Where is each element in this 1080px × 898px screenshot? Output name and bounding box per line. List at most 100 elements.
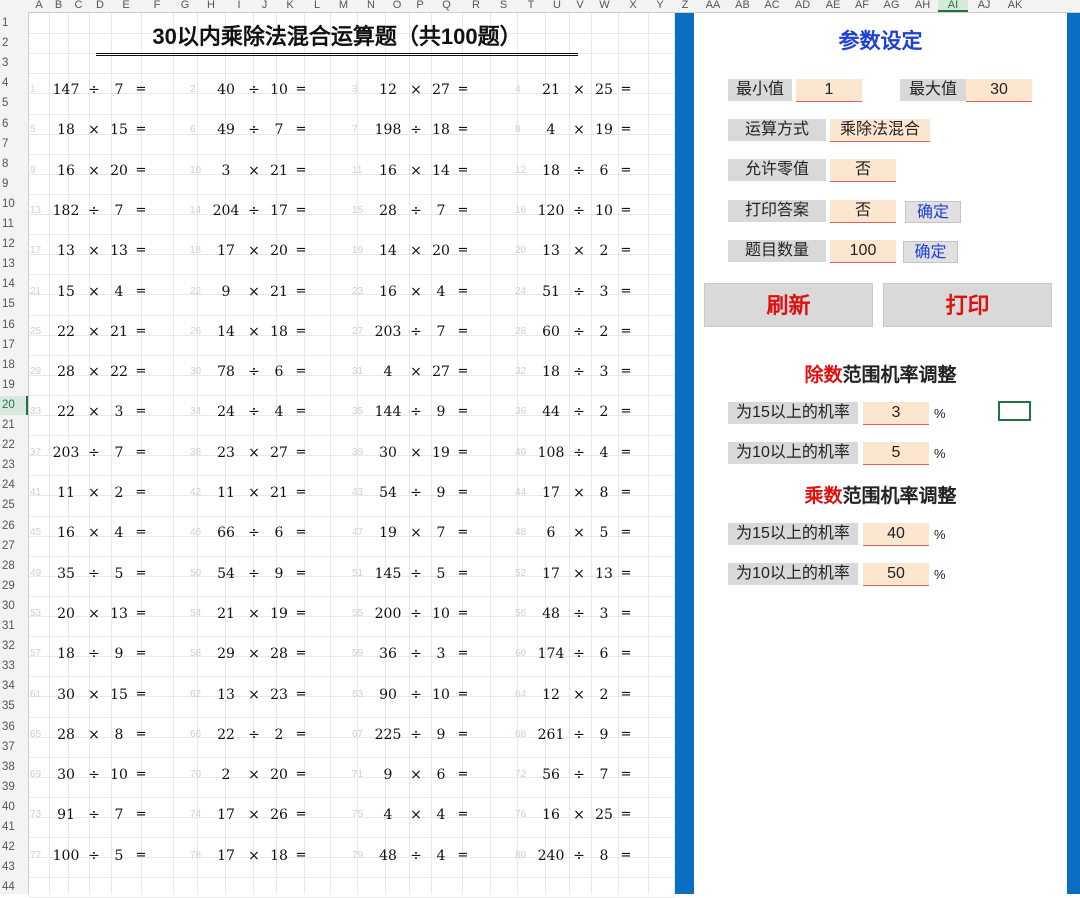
row-header-43[interactable]: 43 [0, 858, 28, 877]
question-cell[interactable]: 11 16 × 14 = [352, 161, 474, 181]
question-cell[interactable]: 33 22 × 3 = [30, 402, 152, 422]
column-header-ag[interactable]: AG [876, 0, 907, 12]
row-header-11[interactable]: 11 [0, 215, 28, 234]
question-cell[interactable]: 15 28 ÷ 7 = [352, 201, 474, 221]
column-header-ae[interactable]: AE [818, 0, 848, 12]
question-cell[interactable]: 29 28 × 22 = [30, 362, 152, 382]
column-header-ai[interactable]: AI [938, 0, 968, 12]
row-header-42[interactable]: 42 [0, 838, 28, 857]
row-header-26[interactable]: 26 [0, 517, 28, 536]
column-header-b[interactable]: B [49, 0, 68, 12]
row-header-40[interactable]: 40 [0, 798, 28, 817]
question-cell[interactable]: 22 9 × 21 = [190, 282, 312, 302]
question-cell[interactable]: 17 13 × 13 = [30, 241, 152, 261]
column-header-o[interactable]: O [385, 0, 409, 12]
column-header-n[interactable]: N [357, 0, 385, 12]
question-cell[interactable]: 44 17 × 8 = [515, 483, 637, 503]
row-header-20[interactable]: 20 [0, 395, 28, 415]
question-cell[interactable]: 75 4 × 4 = [352, 805, 474, 825]
question-cell[interactable]: 7 198 ÷ 18 = [352, 120, 474, 140]
question-cell[interactable]: 13 182 ÷ 7 = [30, 201, 152, 221]
column-header-m[interactable]: M [330, 0, 357, 12]
column-header-ak[interactable]: AK [1000, 0, 1030, 12]
question-cell[interactable]: 79 48 ÷ 4 = [352, 846, 474, 866]
question-cell[interactable]: 41 11 × 2 = [30, 483, 152, 503]
column-header-a[interactable]: A [29, 0, 49, 12]
row-header-16[interactable]: 16 [0, 316, 28, 335]
question-cell[interactable]: 31 4 × 27 = [352, 362, 474, 382]
column-header-p[interactable]: P [409, 0, 431, 12]
row-header-35[interactable]: 35 [0, 697, 28, 716]
column-header-v[interactable]: V [569, 0, 591, 12]
question-cell[interactable]: 25 22 × 21 = [30, 322, 152, 342]
column-header-j[interactable]: J [253, 0, 276, 12]
row-header-13[interactable]: 13 [0, 255, 28, 274]
column-header-l[interactable]: L [304, 0, 330, 12]
question-cell[interactable]: 63 90 ÷ 10 = [352, 685, 474, 705]
zero-value-field[interactable]: 否 [830, 159, 896, 182]
question-cell[interactable]: 68 261 ÷ 9 = [515, 725, 637, 745]
row-header-22[interactable]: 22 [0, 436, 28, 455]
print-answer-ok-button[interactable]: 确定 [905, 201, 961, 223]
question-cell[interactable]: 78 17 × 18 = [190, 846, 312, 866]
row-header-23[interactable]: 23 [0, 456, 28, 475]
column-header-c[interactable]: C [68, 0, 89, 12]
question-cell[interactable]: 57 18 ÷ 9 = [30, 644, 152, 664]
question-cell[interactable]: 14 204 ÷ 17 = [190, 201, 312, 221]
question-cell[interactable]: 9 16 × 20 = [30, 161, 152, 181]
row-header-3[interactable]: 3 [0, 54, 28, 73]
question-cell[interactable]: 21 15 × 4 = [30, 282, 152, 302]
question-cell[interactable]: 43 54 ÷ 9 = [352, 483, 474, 503]
question-cell[interactable]: 53 20 × 13 = [30, 604, 152, 624]
row-header-17[interactable]: 17 [0, 336, 28, 355]
row-header-14[interactable]: 14 [0, 275, 28, 294]
row-header-41[interactable]: 41 [0, 818, 28, 837]
question-cell[interactable]: 16 120 ÷ 10 = [515, 201, 637, 221]
row-header-38[interactable]: 38 [0, 758, 28, 777]
column-header-f[interactable]: F [141, 0, 173, 12]
question-cell[interactable]: 62 13 × 23 = [190, 685, 312, 705]
row-header-27[interactable]: 27 [0, 537, 28, 556]
mul10-value-field[interactable]: 50 [863, 563, 929, 586]
row-header-37[interactable]: 37 [0, 738, 28, 757]
row-header-24[interactable]: 24 [0, 476, 28, 495]
question-cell[interactable]: 49 35 ÷ 5 = [30, 564, 152, 584]
question-cell[interactable]: 42 11 × 21 = [190, 483, 312, 503]
max-value-field[interactable]: 30 [966, 79, 1032, 102]
column-header-d[interactable]: D [89, 0, 111, 12]
question-cell[interactable]: 58 29 × 28 = [190, 644, 312, 664]
question-cell[interactable]: 38 23 × 27 = [190, 443, 312, 463]
question-cell[interactable]: 76 16 × 25 = [515, 805, 637, 825]
print-button[interactable]: 打印 [883, 283, 1052, 327]
row-header-19[interactable]: 19 [0, 376, 28, 395]
row-header-30[interactable]: 30 [0, 597, 28, 616]
question-cell[interactable]: 72 56 ÷ 7 = [515, 765, 637, 785]
row-header-33[interactable]: 33 [0, 657, 28, 676]
row-header-7[interactable]: 7 [0, 135, 28, 154]
question-cell[interactable]: 60 174 ÷ 6 = [515, 644, 637, 664]
column-header-q[interactable]: Q [431, 0, 462, 12]
question-cell[interactable]: 46 66 ÷ 6 = [190, 523, 312, 543]
question-cell[interactable]: 28 60 ÷ 2 = [515, 322, 637, 342]
row-header-15[interactable]: 15 [0, 295, 28, 314]
column-header-z[interactable]: Z [672, 0, 698, 12]
column-header-aj[interactable]: AJ [968, 0, 1000, 12]
question-cell[interactable]: 34 24 ÷ 4 = [190, 402, 312, 422]
row-header-18[interactable]: 18 [0, 356, 28, 375]
column-header-s[interactable]: S [490, 0, 517, 12]
column-header-ad[interactable]: AD [787, 0, 818, 12]
column-header-aa[interactable]: AA [698, 0, 728, 12]
column-header-k[interactable]: K [276, 0, 304, 12]
question-cell[interactable]: 69 30 ÷ 10 = [30, 765, 152, 785]
question-cell[interactable]: 48 6 × 5 = [515, 523, 637, 543]
question-cell[interactable]: 37 203 ÷ 7 = [30, 443, 152, 463]
min-value-field[interactable]: 1 [796, 79, 862, 102]
question-cell[interactable]: 77 100 ÷ 5 = [30, 846, 152, 866]
question-cell[interactable]: 71 9 × 6 = [352, 765, 474, 785]
column-header-ab[interactable]: AB [728, 0, 757, 12]
question-cell[interactable]: 59 36 ÷ 3 = [352, 644, 474, 664]
row-header-28[interactable]: 28 [0, 557, 28, 576]
column-header-i[interactable]: I [225, 0, 253, 12]
column-header-r[interactable]: R [462, 0, 490, 12]
column-header-ac[interactable]: AC [757, 0, 787, 12]
